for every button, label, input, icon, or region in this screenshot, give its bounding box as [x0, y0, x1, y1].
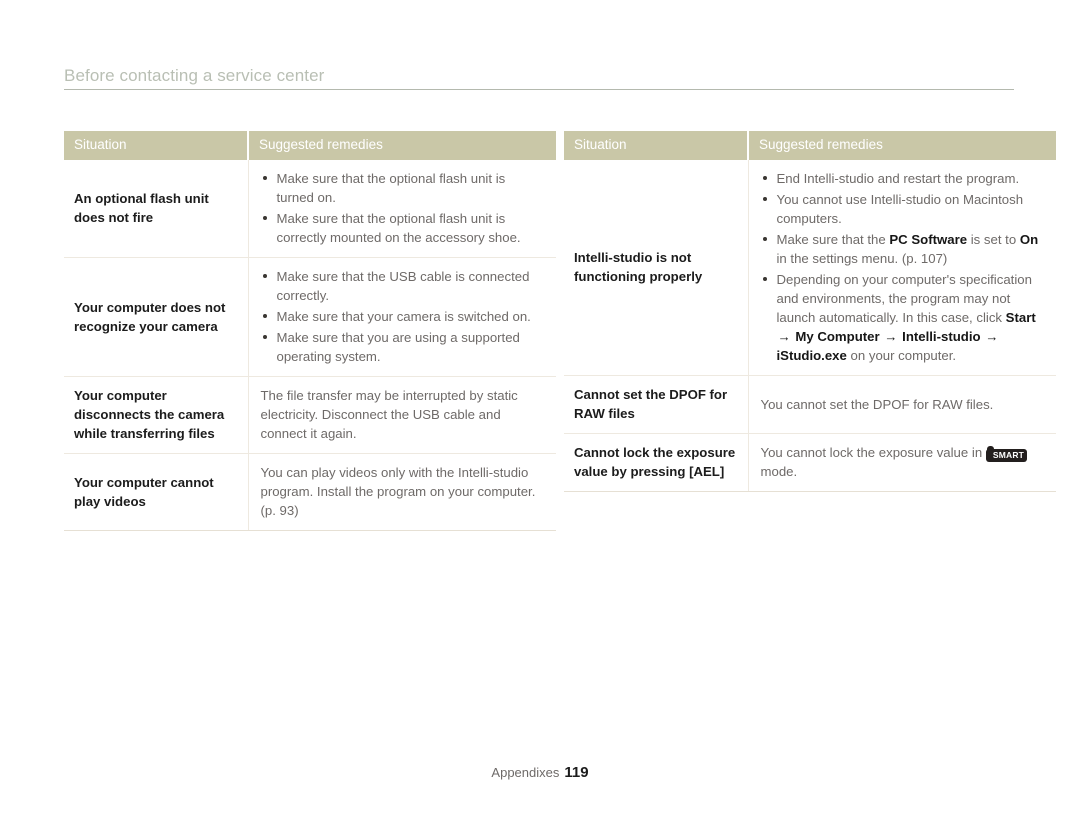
- table-row: An optional flash unit does not fire Mak…: [64, 160, 556, 258]
- list-item: Make sure that the optional flash unit i…: [261, 209, 547, 247]
- cell-situation: Your computer disconnects the camera whi…: [64, 376, 249, 454]
- column-header-situation: Situation: [564, 131, 749, 160]
- remedy-paragraph: You cannot set the DPOF for RAW files.: [760, 396, 994, 412]
- list-item: Depending on your computer's specificati…: [761, 270, 1047, 365]
- troubleshooting-table-right: Situation Suggested remedies Intelli-stu…: [564, 131, 1056, 492]
- smart-mode-badge: SMART: [985, 446, 1028, 462]
- table-row: Your computer does not recognize your ca…: [64, 257, 556, 377]
- page-title: Before contacting a service center: [64, 66, 325, 85]
- cell-situation: Cannot lock the exposure value by pressi…: [564, 433, 749, 492]
- table-row: Cannot set the DPOF for RAW files You ca…: [564, 375, 1056, 434]
- table-row: Your computer cannot play videos You can…: [64, 453, 556, 531]
- table-head: Situation Suggested remedies: [64, 131, 556, 160]
- table-body-right: Intelli-studio is not functioning proper…: [564, 160, 1056, 492]
- page-footer: Appendixes 119: [0, 764, 1080, 782]
- cell-remedies: Make sure that the USB cable is connecte…: [248, 257, 556, 377]
- column-header-remedies: Suggested remedies: [248, 131, 556, 160]
- remedy-paragraph: The file transfer may be interrupted by …: [260, 388, 518, 441]
- cell-remedies: You cannot lock the exposure value in SM…: [748, 433, 1056, 492]
- page-number: 119: [564, 764, 589, 781]
- column-header-remedies: Suggested remedies: [748, 131, 1056, 160]
- cell-remedies: End Intelli-studio and restart the progr…: [748, 160, 1056, 376]
- cell-remedies: Make sure that the optional flash unit i…: [248, 160, 556, 258]
- table-row: Intelli-studio is not functioning proper…: [564, 160, 1056, 376]
- table-body-left: An optional flash unit does not fire Mak…: [64, 160, 556, 531]
- column-header-situation: Situation: [64, 131, 249, 160]
- list-item: End Intelli-studio and restart the progr…: [761, 169, 1047, 188]
- page-header: Before contacting a service center: [64, 66, 1014, 90]
- cell-situation: Your computer does not recognize your ca…: [64, 257, 249, 377]
- remedy-list: Make sure that the USB cable is connecte…: [261, 267, 547, 366]
- cell-remedies: You cannot set the DPOF for RAW files.: [748, 375, 1056, 434]
- cell-remedies: You can play videos only with the Intell…: [248, 453, 556, 531]
- cell-situation: Cannot set the DPOF for RAW files: [564, 375, 749, 434]
- table-header-row: Situation Suggested remedies: [64, 131, 556, 160]
- list-item: Make sure that the optional flash unit i…: [261, 169, 547, 207]
- cell-remedies: The file transfer may be interrupted by …: [248, 376, 556, 454]
- list-item: Make sure that the USB cable is connecte…: [261, 267, 547, 305]
- troubleshooting-table-left: Situation Suggested remedies An optional…: [64, 131, 556, 531]
- cell-situation: Intelli-studio is not functioning proper…: [564, 160, 749, 376]
- remedy-paragraph: You can play videos only with the Intell…: [260, 465, 536, 518]
- table-head: Situation Suggested remedies: [564, 131, 1056, 160]
- header-divider: [64, 89, 1014, 90]
- remedy-list: Make sure that the optional flash unit i…: [261, 169, 547, 247]
- list-item: Make sure that your camera is switched o…: [261, 307, 547, 326]
- document-page: Before contacting a service center Situa…: [0, 0, 1080, 815]
- cell-situation: An optional flash unit does not fire: [64, 160, 249, 258]
- table-row: Your computer disconnects the camera whi…: [64, 376, 556, 454]
- cell-situation: Your computer cannot play videos: [64, 453, 249, 531]
- list-item: Make sure that you are using a supported…: [261, 328, 547, 366]
- list-item: Make sure that the PC Software is set to…: [761, 230, 1047, 268]
- footer-section-label: Appendixes: [491, 765, 560, 780]
- list-item: You cannot use Intelli-studio on Macinto…: [761, 190, 1047, 228]
- table-header-row: Situation Suggested remedies: [564, 131, 1056, 160]
- table-row: Cannot lock the exposure value by pressi…: [564, 433, 1056, 492]
- remedy-paragraph: You cannot lock the exposure value in SM…: [761, 443, 1047, 481]
- remedy-list: End Intelli-studio and restart the progr…: [761, 169, 1047, 365]
